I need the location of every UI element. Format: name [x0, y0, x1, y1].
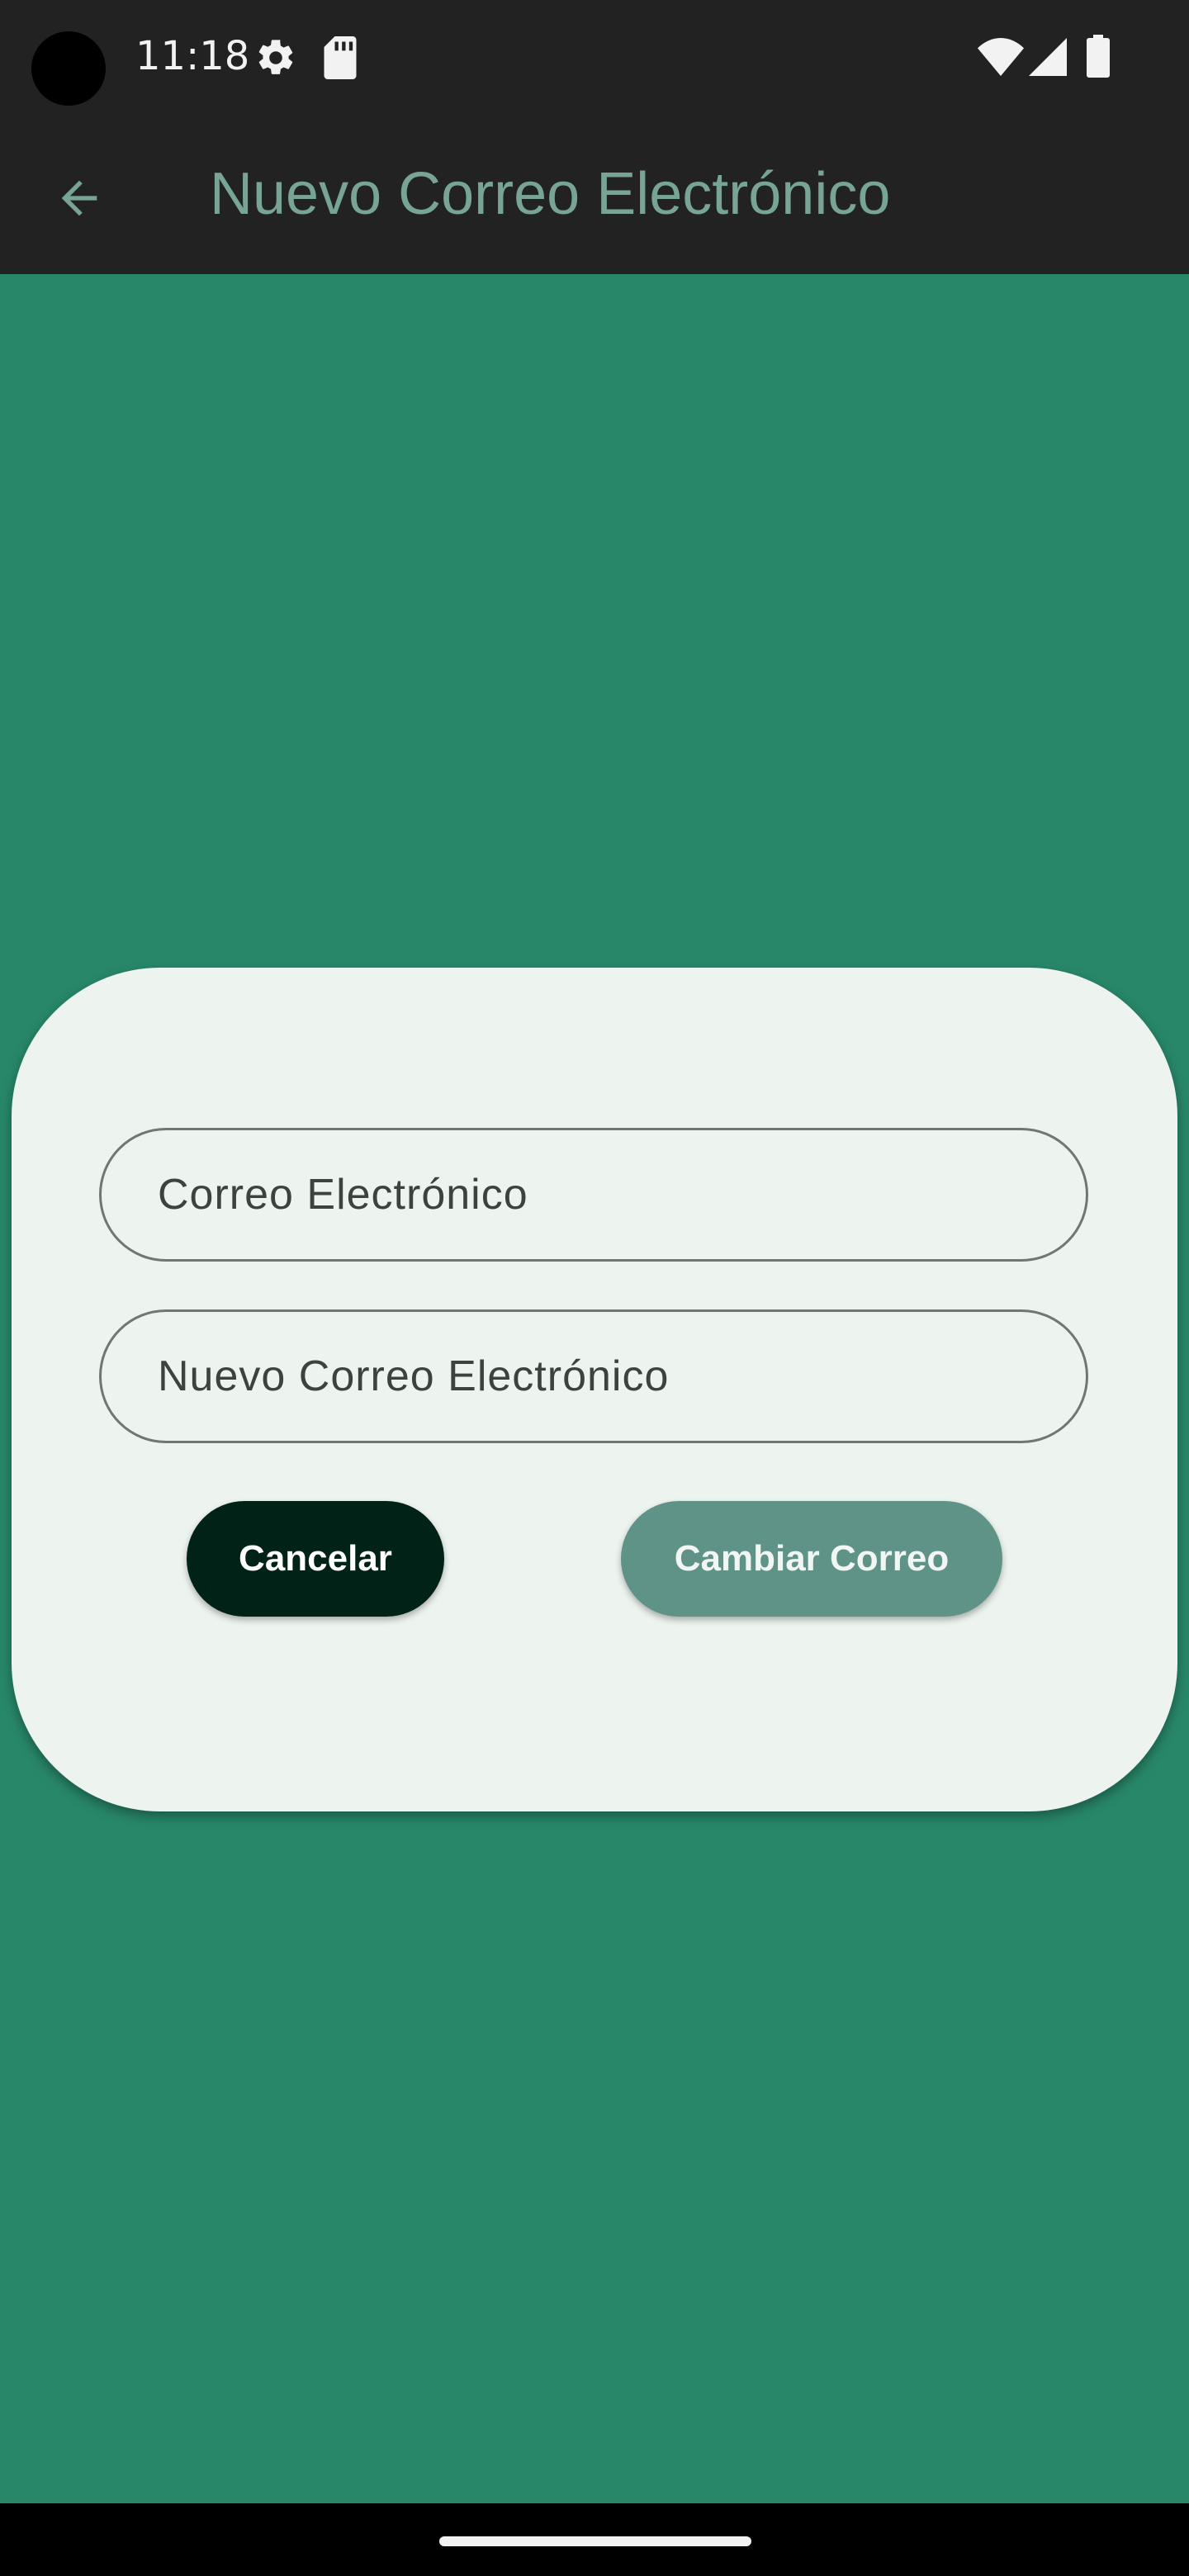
email-field[interactable]: Correo Electrónico: [99, 1128, 1088, 1262]
new-email-field-label: Nuevo Correo Electrónico: [158, 1352, 670, 1400]
sd-card-icon: [324, 36, 357, 79]
battery-icon: [1087, 35, 1110, 78]
home-indicator[interactable]: [439, 2536, 751, 2546]
app-bar: Nuevo Correo Electrónico: [0, 116, 1189, 274]
page-title: Nuevo Correo Electrónico: [210, 161, 891, 227]
navigation-bar: [0, 2503, 1189, 2576]
change-email-button[interactable]: Cambiar Correo: [621, 1501, 1002, 1617]
back-button[interactable]: [38, 157, 121, 239]
camera-cutout: [31, 31, 106, 106]
cancel-button[interactable]: Cancelar: [187, 1501, 444, 1617]
status-time: 11:18: [135, 33, 250, 79]
settings-gear-icon: [258, 40, 293, 74]
cellular-signal-icon: [1029, 38, 1067, 76]
email-field-label: Correo Electrónico: [158, 1171, 528, 1219]
status-bar: 11:18: [0, 0, 1189, 116]
new-email-field[interactable]: Nuevo Correo Electrónico: [99, 1309, 1088, 1443]
change-email-dialog: Correo Electrónico Nuevo Correo Electrón…: [12, 968, 1177, 1811]
wifi-icon: [978, 38, 1024, 76]
arrow-back-icon: [61, 180, 97, 216]
